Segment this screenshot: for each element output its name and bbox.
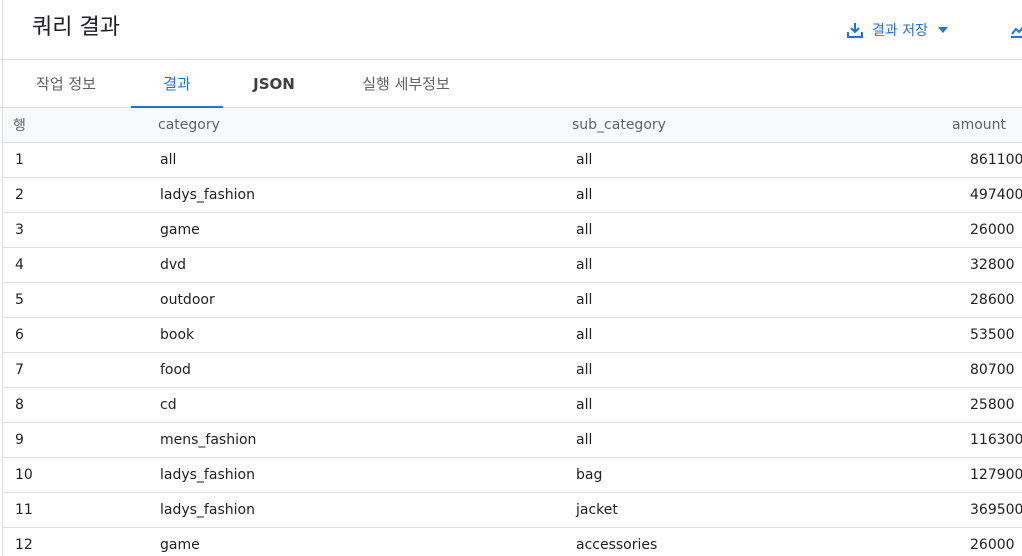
query-results-panel: 쿼리 결과 결과 저장 작업 정보 결과 JSON 실행 세부정보 행 cate… [0, 0, 1022, 556]
amount-cell: 497400 [952, 177, 1022, 213]
row-number-cell: 4 [3, 247, 146, 283]
tab-json[interactable]: JSON [232, 60, 316, 107]
tab-results[interactable]: 결과 [131, 60, 223, 108]
category-cell: ladys_fashion [146, 492, 558, 528]
row-number-cell: 9 [3, 422, 146, 458]
table-row: 6 book all 53500 [3, 317, 1022, 353]
table-row: 7 food all 80700 [3, 352, 1022, 388]
row-number-cell: 3 [3, 212, 146, 248]
results-header: 쿼리 결과 결과 저장 [0, 0, 1022, 60]
sub-category-cell: all [558, 317, 952, 353]
table-header-row: 행 category sub_category amount [3, 108, 1022, 143]
amount-cell: 25800 [952, 387, 1022, 423]
amount-cell: 53500 [952, 317, 1022, 353]
row-number-cell: 5 [3, 282, 146, 318]
tab-execution-details[interactable]: 실행 세부정보 [340, 60, 472, 107]
column-header-row-number[interactable]: 행 [3, 108, 146, 143]
category-cell: all [146, 142, 558, 178]
row-number-cell: 7 [3, 352, 146, 388]
sub-category-cell: all [558, 387, 952, 423]
table-row: 5 outdoor all 28600 [3, 282, 1022, 318]
category-cell: dvd [146, 247, 558, 283]
amount-cell: 369500 [952, 492, 1022, 528]
amount-cell: 32800 [952, 247, 1022, 283]
row-number-cell: 6 [3, 317, 146, 353]
category-cell: food [146, 352, 558, 388]
category-cell: ladys_fashion [146, 457, 558, 493]
save-results-button[interactable]: 결과 저장 [846, 16, 948, 44]
row-number-cell: 12 [3, 527, 146, 556]
row-number-cell: 1 [3, 142, 146, 178]
results-table-container[interactable]: 행 category sub_category amount 1 all all… [3, 108, 1022, 556]
sub-category-cell: all [558, 177, 952, 213]
sub-category-cell: all [558, 352, 952, 388]
category-cell: cd [146, 387, 558, 423]
page-title: 쿼리 결과 [32, 15, 120, 40]
results-table: 행 category sub_category amount 1 all all… [3, 108, 1022, 556]
column-header-category[interactable]: category [146, 108, 558, 143]
amount-cell: 861100 [952, 142, 1022, 178]
table-row: 10 ladys_fashion bag 127900 [3, 457, 1022, 493]
table-row: 2 ladys_fashion all 497400 [3, 177, 1022, 213]
table-row: 8 cd all 25800 [3, 387, 1022, 423]
results-tabs: 작업 정보 결과 JSON 실행 세부정보 [0, 60, 1022, 108]
category-cell: book [146, 317, 558, 353]
category-cell: mens_fashion [146, 422, 558, 458]
row-number-cell: 10 [3, 457, 146, 493]
sub-category-cell: accessories [558, 527, 952, 556]
sub-category-cell: all [558, 142, 952, 178]
tab-job-info[interactable]: 작업 정보 [18, 60, 114, 107]
caret-down-icon [937, 27, 948, 33]
category-cell: game [146, 527, 558, 556]
table-row: 4 dvd all 32800 [3, 247, 1022, 283]
column-header-amount[interactable]: amount [952, 108, 1022, 143]
amount-cell: 28600 [952, 282, 1022, 318]
amount-cell: 26000 [952, 212, 1022, 248]
save-results-label: 결과 저장 [872, 23, 928, 39]
table-row: 12 game accessories 26000 [3, 527, 1022, 556]
category-cell: ladys_fashion [146, 177, 558, 213]
table-row: 9 mens_fashion all 116300 [3, 422, 1022, 458]
table-row: 3 game all 26000 [3, 212, 1022, 248]
amount-cell: 127900 [952, 457, 1022, 493]
amount-cell: 26000 [952, 527, 1022, 556]
row-number-cell: 2 [3, 177, 146, 213]
sub-category-cell: all [558, 247, 952, 283]
sub-category-cell: all [558, 212, 952, 248]
sub-category-cell: jacket [558, 492, 952, 528]
row-number-cell: 8 [3, 387, 146, 423]
sub-category-cell: all [558, 422, 952, 458]
table-row: 1 all all 861100 [3, 142, 1022, 178]
download-icon [847, 23, 863, 38]
amount-cell: 80700 [952, 352, 1022, 388]
row-number-cell: 11 [3, 492, 146, 528]
category-cell: outdoor [146, 282, 558, 318]
sub-category-cell: bag [558, 457, 952, 493]
explore-chart-icon[interactable] [1010, 22, 1022, 38]
table-row: 11 ladys_fashion jacket 369500 [3, 492, 1022, 528]
column-header-sub-category[interactable]: sub_category [558, 108, 952, 143]
amount-cell: 116300 [952, 422, 1022, 458]
sub-category-cell: all [558, 282, 952, 318]
category-cell: game [146, 212, 558, 248]
